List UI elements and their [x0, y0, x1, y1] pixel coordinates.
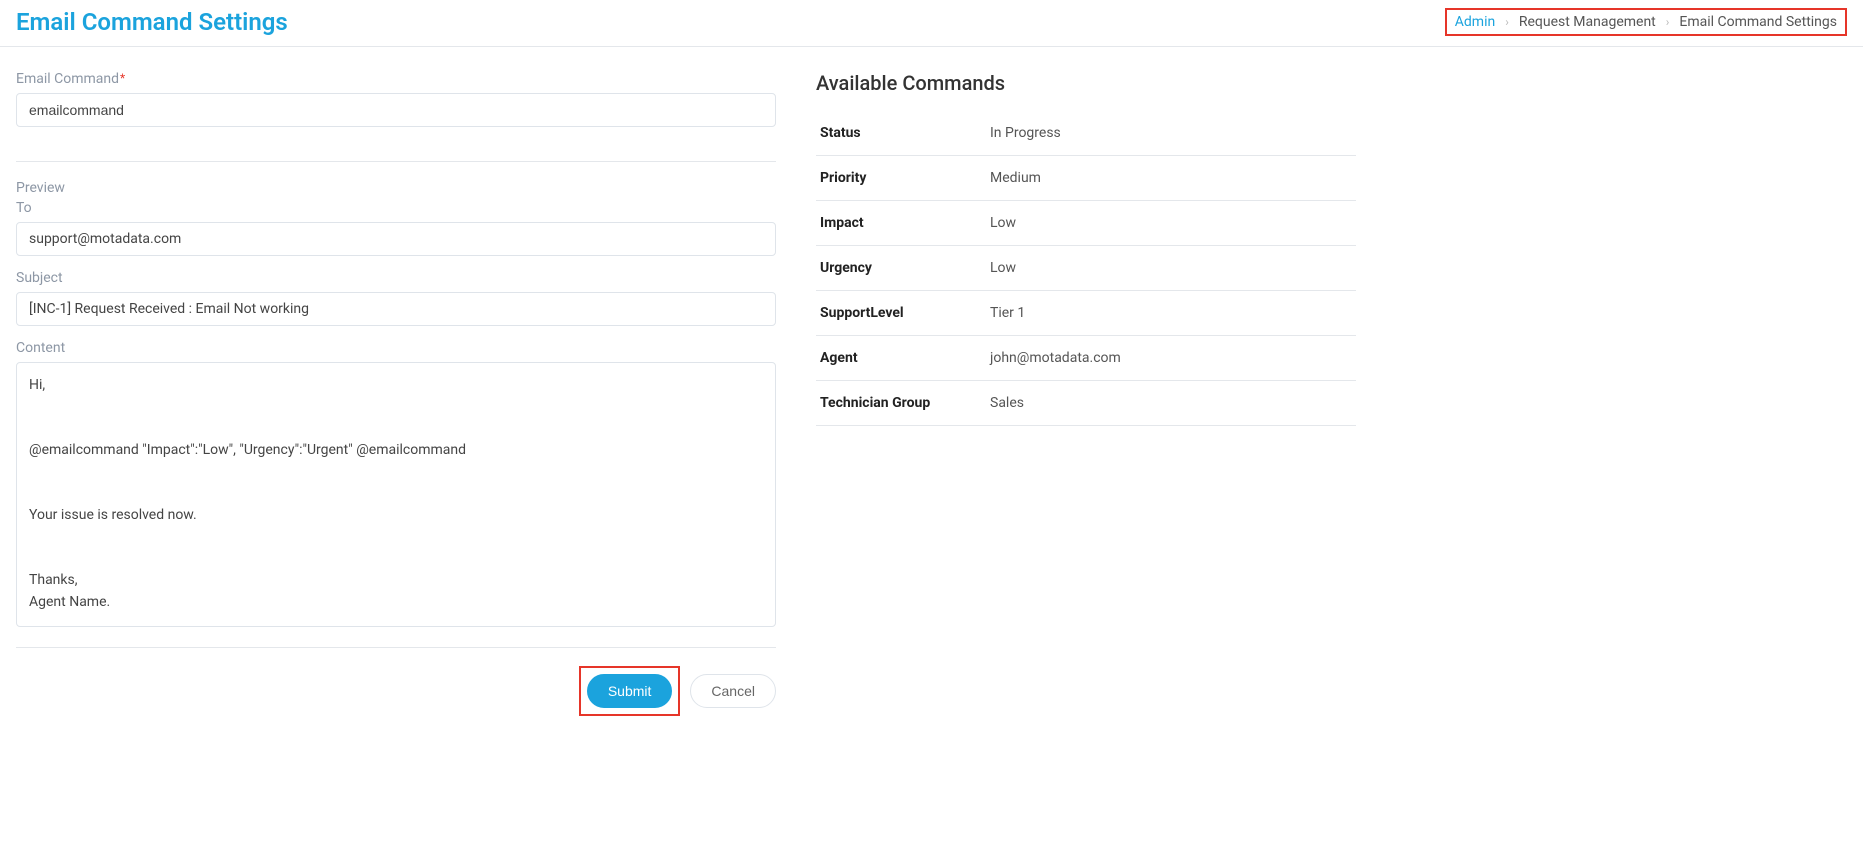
command-key: Technician Group	[816, 381, 986, 426]
command-key: Urgency	[816, 246, 986, 291]
command-row: Technician GroupSales	[816, 381, 1356, 426]
breadcrumb: Admin › Request Management › Email Comma…	[1445, 8, 1847, 36]
command-key: SupportLevel	[816, 291, 986, 336]
subject-value: [INC-1] Request Received : Email Not wor…	[16, 292, 776, 326]
breadcrumb-email-command-settings: Email Command Settings	[1679, 14, 1837, 30]
to-label: To	[16, 200, 776, 216]
preview-label: Preview	[16, 180, 776, 196]
chevron-right-icon: ›	[1505, 15, 1509, 29]
email-command-label: Email Command*	[16, 71, 776, 87]
command-value: Low	[986, 201, 1356, 246]
breadcrumb-request-management: Request Management	[1519, 14, 1656, 30]
command-value: Sales	[986, 381, 1356, 426]
content-value: Hi, @emailcommand "Impact":"Low", "Urgen…	[16, 362, 776, 627]
divider	[16, 161, 776, 162]
button-row: Submit Cancel	[16, 666, 776, 716]
command-value: Tier 1	[986, 291, 1356, 336]
command-value: Medium	[986, 156, 1356, 201]
submit-button[interactable]: Submit	[587, 674, 673, 708]
command-key: Priority	[816, 156, 986, 201]
command-row: ImpactLow	[816, 201, 1356, 246]
command-key: Impact	[816, 201, 986, 246]
subject-label: Subject	[16, 270, 776, 286]
required-star-icon: *	[120, 71, 125, 85]
command-value: In Progress	[986, 111, 1356, 156]
email-command-input[interactable]	[16, 93, 776, 127]
command-row: StatusIn Progress	[816, 111, 1356, 156]
breadcrumb-admin[interactable]: Admin	[1455, 14, 1495, 30]
command-row: SupportLevelTier 1	[816, 291, 1356, 336]
available-commands-column: Available Commands StatusIn ProgressPrio…	[816, 71, 1356, 716]
chevron-right-icon: ›	[1666, 15, 1670, 29]
command-value: john@motadata.com	[986, 336, 1356, 381]
available-commands-table: StatusIn ProgressPriorityMediumImpactLow…	[816, 111, 1356, 426]
command-row: PriorityMedium	[816, 156, 1356, 201]
header-bar: Email Command Settings Admin › Request M…	[0, 0, 1863, 47]
email-command-label-text: Email Command	[16, 71, 119, 87]
command-key: Agent	[816, 336, 986, 381]
command-key: Status	[816, 111, 986, 156]
command-value: Low	[986, 246, 1356, 291]
page-title: Email Command Settings	[16, 8, 288, 36]
available-commands-title: Available Commands	[816, 71, 1356, 95]
content-label: Content	[16, 340, 776, 356]
command-row: Agentjohn@motadata.com	[816, 336, 1356, 381]
submit-highlight-box: Submit	[579, 666, 681, 716]
command-row: UrgencyLow	[816, 246, 1356, 291]
to-value: support@motadata.com	[16, 222, 776, 256]
cancel-button[interactable]: Cancel	[690, 674, 776, 708]
form-column: Email Command* Preview To support@motada…	[16, 71, 776, 716]
divider	[16, 647, 776, 648]
